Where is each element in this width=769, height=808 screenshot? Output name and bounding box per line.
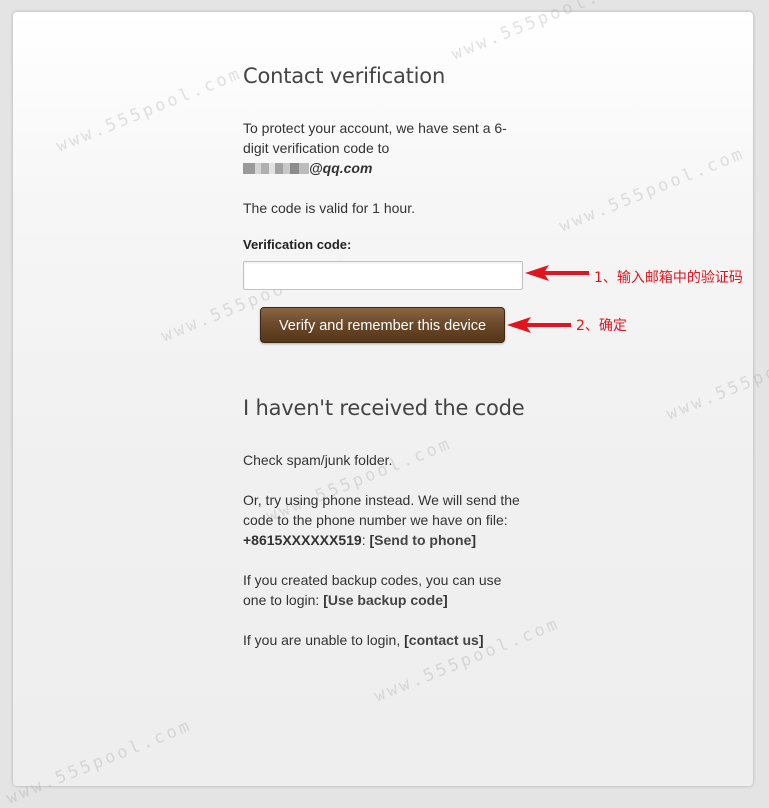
annotation-arrow-1 — [525, 265, 589, 281]
intro-paragraph: To protect your account, we have sent a … — [243, 118, 528, 178]
backup-paragraph: If you created backup codes, you can use… — [243, 572, 502, 608]
masked-email-local-part — [243, 163, 309, 174]
contact-paragraph: If you are unable to login, [contact us] — [243, 632, 484, 648]
annotation-step2: 2、确定 — [576, 318, 627, 334]
validity-text: The code is valid for 1 hour. — [243, 200, 415, 216]
phone-separator: : — [361, 532, 370, 548]
annotation-arrow-2 — [507, 317, 571, 333]
email-domain: @qq.com — [309, 160, 373, 176]
unable-text: If you are unable to login, — [243, 632, 401, 648]
page-title: Contact verification — [243, 64, 446, 88]
spam-text: Check spam/junk folder. — [243, 452, 393, 468]
intro-text: To protect your account, we have sent a … — [243, 120, 507, 156]
verify-remember-device-button[interactable]: Verify and remember this device — [260, 307, 505, 343]
send-to-phone-link[interactable]: Send to phone — [374, 532, 471, 548]
verification-code-input[interactable] — [243, 261, 523, 290]
phone-number: +8615XXXXXX519 — [243, 532, 362, 548]
not-received-title: I haven't received the code — [243, 396, 525, 420]
phone-paragraph: Or, try using phone instead. We will sen… — [243, 492, 520, 548]
annotation-step1: 1、输入邮箱中的验证码 — [594, 270, 743, 286]
verification-code-label: Verification code: — [243, 237, 352, 252]
contact-us-link[interactable]: contact us — [409, 632, 479, 648]
phone-text: Or, try using phone instead. We will sen… — [243, 492, 520, 528]
use-backup-code-link[interactable]: Use backup code — [328, 592, 443, 608]
